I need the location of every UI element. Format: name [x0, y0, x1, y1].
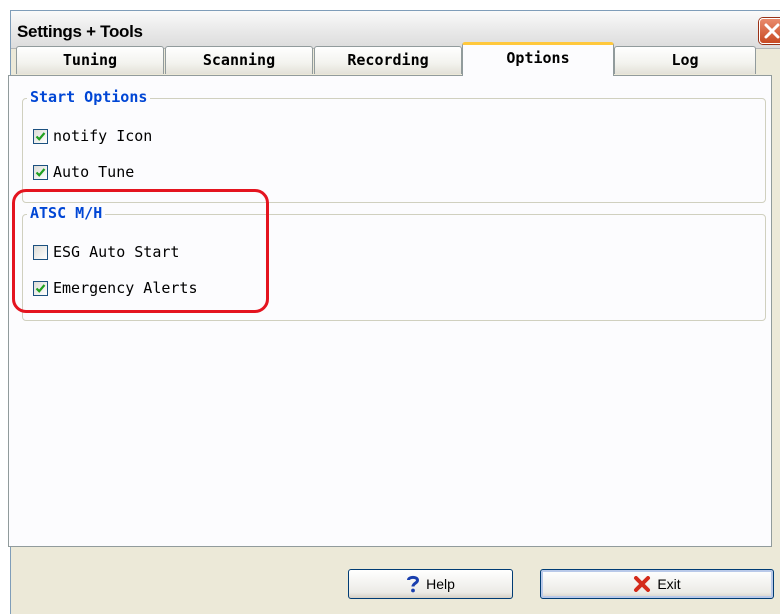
notify-icon-label: notify Icon: [53, 127, 153, 145]
options-panel: Start Options notify Icon Auto Tune ATSC…: [8, 75, 772, 547]
checkmark-icon: [35, 167, 46, 177]
title-bar[interactable]: Settings + Tools: [11, 11, 780, 49]
atsc-mh-group: ATSC M/H ESG Auto Start Emergency Alerts: [22, 204, 766, 321]
esg-auto-start-checkbox[interactable]: [33, 244, 48, 260]
tab-recording[interactable]: Recording: [314, 46, 462, 74]
emergency-alerts-checkbox[interactable]: [33, 280, 48, 296]
notify-icon-checkbox[interactable]: [33, 128, 48, 144]
auto-tune-checkbox[interactable]: [33, 164, 48, 180]
tab-scanning[interactable]: Scanning: [165, 46, 313, 74]
help-icon: [406, 575, 420, 593]
tab-tuning[interactable]: Tuning: [16, 46, 164, 74]
start-options-legend: Start Options: [27, 88, 151, 106]
exit-button-label: Exit: [657, 576, 681, 592]
checkmark-icon: [35, 283, 46, 293]
exit-button[interactable]: Exit: [540, 569, 774, 599]
notify-icon-checkbox-row[interactable]: notify Icon: [33, 126, 152, 146]
close-icon: [764, 23, 780, 39]
start-options-group: Start Options notify Icon Auto Tune: [22, 88, 766, 203]
tab-label: Tuning: [62, 51, 118, 69]
help-button[interactable]: Help: [348, 569, 513, 599]
tab-label: Scanning: [202, 51, 276, 69]
esg-auto-start-label: ESG Auto Start: [53, 243, 180, 261]
window-title: Settings + Tools: [17, 22, 143, 41]
auto-tune-label: Auto Tune: [53, 163, 135, 181]
help-button-label: Help: [426, 576, 455, 592]
close-button[interactable]: [759, 18, 780, 44]
esg-auto-start-checkbox-row[interactable]: ESG Auto Start: [33, 242, 179, 262]
tab-options[interactable]: Options: [462, 42, 614, 76]
auto-tune-checkbox-row[interactable]: Auto Tune: [33, 162, 134, 182]
tab-label: Options: [506, 49, 570, 67]
emergency-alerts-label: Emergency Alerts: [53, 279, 198, 297]
tab-label: Log: [671, 51, 699, 69]
tab-label: Recording: [347, 51, 429, 69]
tab-log[interactable]: Log: [614, 46, 756, 74]
close-x-icon: [633, 576, 651, 592]
emergency-alerts-checkbox-row[interactable]: Emergency Alerts: [33, 278, 198, 298]
atsc-mh-legend: ATSC M/H: [27, 204, 106, 222]
checkmark-icon: [35, 131, 46, 141]
